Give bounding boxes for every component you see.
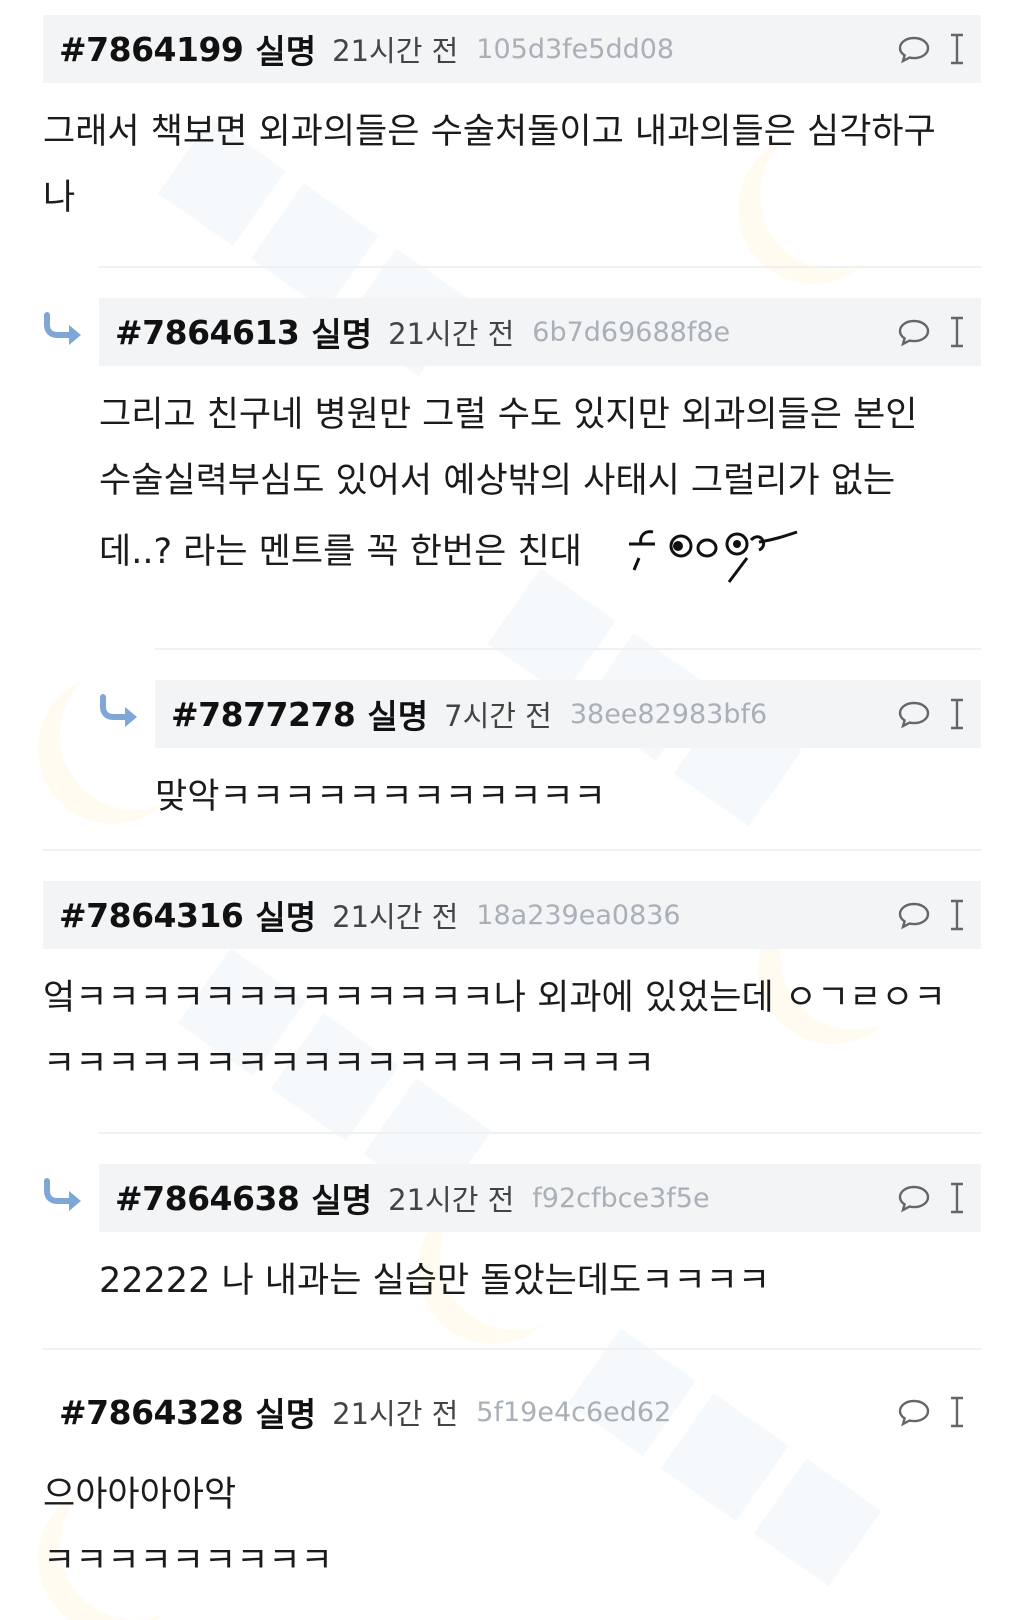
comment-body: 맞악ㅋㅋㅋㅋㅋㅋㅋㅋㅋㅋㅋㅋ <box>155 748 981 830</box>
comment-line: 맞악ㅋㅋㅋㅋㅋㅋㅋㅋㅋㅋㅋㅋ <box>155 777 606 817</box>
comment-line: ㅋㅋㅋㅋㅋㅋㅋㅋㅋ <box>43 1541 333 1581</box>
comment-body: 그래서 책보면 외과의들은 수술처돌이고 내과의들은 심각하구 나 <box>43 83 981 231</box>
comment-line: 그리고 친구네 병원만 그럴 수도 있지만 외과의들은 본인 <box>99 395 918 435</box>
divider <box>99 266 981 268</box>
comment-actions <box>897 881 967 949</box>
comment-body: 그리고 친구네 병원만 그럴 수도 있지만 외과의들은 본인 수술실력부심도 있… <box>99 366 981 588</box>
comment-header: #7864613 실명 21시간 전 6b7d69688f8e <box>99 298 981 366</box>
comment-header: #7864199 실명 21시간 전 105d3fe5dd08 <box>43 15 981 83</box>
comment-time: 21시간 전 <box>332 34 459 68</box>
comment-actions <box>897 298 967 366</box>
text-cursor-icon[interactable] <box>947 1181 967 1215</box>
comment: #7864613 실명 21시간 전 6b7d69688f8e 그리고 친구네 … <box>99 298 981 588</box>
comment-line: 나 <box>43 178 76 218</box>
comment-body: 엌ㅋㅋㅋㅋㅋㅋㅋㅋㅋㅋㅋㅋㅋ나 외과에 있었는데 ㅇㄱㄹㅇㅋ ㅋㅋㅋㅋㅋㅋㅋㅋㅋ… <box>43 949 981 1097</box>
comment-line: 데..? 라는 멘트를 꼭 한번은 친대 <box>99 532 582 572</box>
comment-header: #7864328 실명 21시간 전 5f19e4c6ed62 <box>43 1378 981 1446</box>
comment-body: 22222 나 내과는 실습만 돌았는데도ㅋㅋㅋㅋ <box>99 1232 981 1314</box>
text-cursor-icon[interactable] <box>947 697 967 731</box>
comment-line: 그래서 책보면 외과의들은 수술처돌이고 내과의들은 심각하구 <box>43 112 936 152</box>
reply-arrow-icon <box>100 694 137 727</box>
comment-time: 21시간 전 <box>388 317 515 351</box>
comment-body: 으아아아아악 ㅋㅋㅋㅋㅋㅋㅋㅋㅋ <box>43 1446 981 1594</box>
comment: #7864316 실명 21시간 전 18a239ea0836 엌ㅋㅋㅋㅋㅋㅋㅋ… <box>43 881 981 1097</box>
text-cursor-icon[interactable] <box>947 315 967 349</box>
comment-author: 실명 <box>255 1395 317 1434</box>
speech-bubble-icon[interactable] <box>897 34 931 64</box>
divider <box>99 1132 981 1134</box>
comment-header: #7877278 실명 7시간 전 38ee82983bf6 <box>155 680 981 748</box>
reply-arrow-icon <box>44 312 81 345</box>
comment: #7877278 실명 7시간 전 38ee82983bf6 맞악ㅋㅋㅋㅋㅋㅋㅋ… <box>155 680 981 830</box>
comment-hash: 5f19e4c6ed62 <box>476 1396 672 1428</box>
comment-hash: 6b7d69688f8e <box>532 316 731 348</box>
comment-number[interactable]: #7864638 <box>115 1179 300 1218</box>
comment-time: 21시간 전 <box>388 1183 515 1217</box>
comment-line: 22222 나 내과는 실습만 돌았는데도ㅋㅋㅋㅋ <box>99 1261 771 1301</box>
comment-header: #7864316 실명 21시간 전 18a239ea0836 <box>43 881 981 949</box>
drawn-face-emoticon <box>629 530 798 583</box>
comment-actions <box>897 680 967 748</box>
comment-header: #7864638 실명 21시간 전 f92cfbce3f5e <box>99 1164 981 1232</box>
comment-author: 실명 <box>367 697 429 736</box>
text-cursor-icon[interactable] <box>947 32 967 66</box>
comment-number[interactable]: #7864316 <box>59 896 244 935</box>
comment-author: 실명 <box>255 32 317 71</box>
comment-line: 수술실력부심도 있어서 예상밖의 사태시 그럴리가 없는 <box>99 461 896 501</box>
divider <box>155 648 981 650</box>
comment-author: 실명 <box>311 315 373 354</box>
comment-hash: 18a239ea0836 <box>476 899 681 931</box>
comment-author: 실명 <box>255 898 317 937</box>
comment-hash: f92cfbce3f5e <box>532 1182 710 1214</box>
comment-author: 실명 <box>311 1181 373 1220</box>
comment-hash: 38ee82983bf6 <box>569 698 768 730</box>
comment-hash: 105d3fe5dd08 <box>476 33 675 65</box>
divider <box>43 849 981 851</box>
divider <box>43 1348 981 1350</box>
text-cursor-icon[interactable] <box>947 1395 967 1429</box>
reply-arrow-icon <box>44 1178 81 1211</box>
speech-bubble-icon[interactable] <box>897 900 931 930</box>
comment-actions <box>897 1378 967 1446</box>
comment-line: ㅋㅋㅋㅋㅋㅋㅋㅋㅋㅋㅋㅋㅋㅋㅋㅋㅋㅋㅋ <box>43 1044 655 1084</box>
comment-number[interactable]: #7864328 <box>59 1393 244 1432</box>
comment-actions <box>897 1164 967 1232</box>
comment-number[interactable]: #7877278 <box>171 695 356 734</box>
speech-bubble-icon[interactable] <box>897 1183 931 1213</box>
comment-line: 엌ㅋㅋㅋㅋㅋㅋㅋㅋㅋㅋㅋㅋㅋ나 외과에 있었는데 ㅇㄱㄹㅇㅋ <box>43 978 946 1018</box>
comment-actions <box>897 15 967 83</box>
comment-time: 7시간 전 <box>444 699 552 733</box>
speech-bubble-icon[interactable] <box>897 699 931 729</box>
speech-bubble-icon[interactable] <box>897 317 931 347</box>
comment: #7864638 실명 21시간 전 f92cfbce3f5e 22222 나 … <box>99 1164 981 1314</box>
comment-number[interactable]: #7864613 <box>115 313 300 352</box>
comment: #7864199 실명 21시간 전 105d3fe5dd08 그래서 책보면 … <box>43 15 981 231</box>
comment-line-with-emoticon: 데..? 라는 멘트를 꼭 한번은 친대 <box>99 518 981 588</box>
comment-number[interactable]: #7864199 <box>59 30 244 69</box>
comment: #7864328 실명 21시간 전 5f19e4c6ed62 으아아아아악 ㅋ… <box>43 1378 981 1594</box>
comment-time: 21시간 전 <box>332 900 459 934</box>
comment-line: 으아아아아악 <box>43 1475 237 1515</box>
speech-bubble-icon[interactable] <box>897 1397 931 1427</box>
text-cursor-icon[interactable] <box>947 898 967 932</box>
comment-time: 21시간 전 <box>332 1397 459 1431</box>
